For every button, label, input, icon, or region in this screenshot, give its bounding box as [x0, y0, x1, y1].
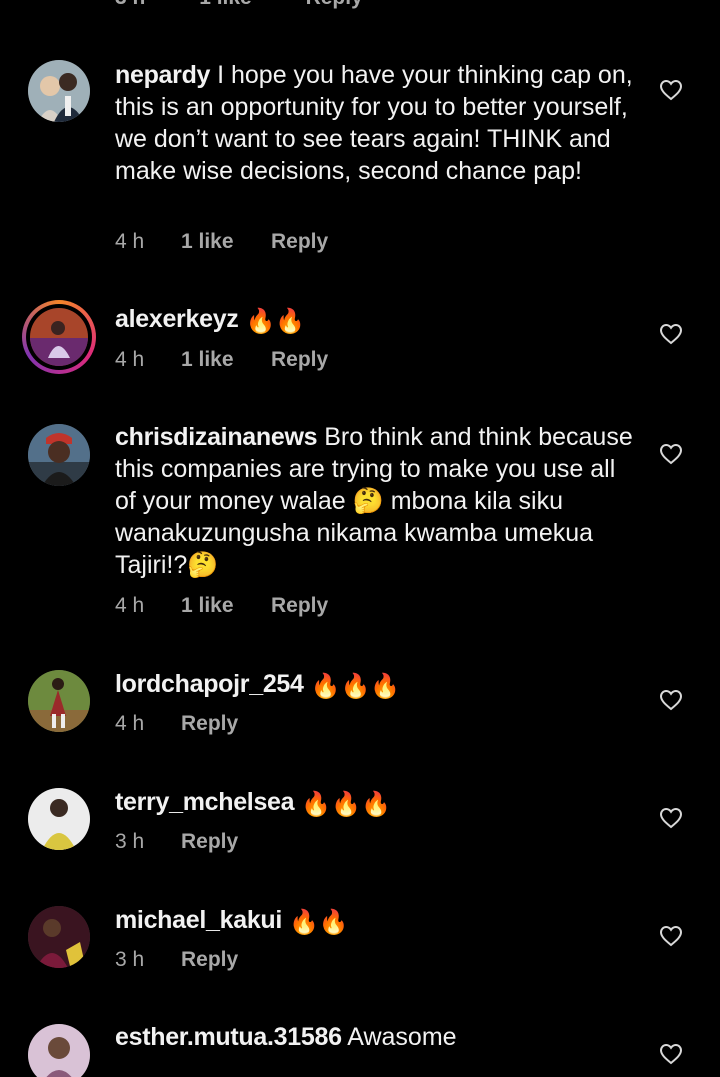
reply-button[interactable]: Reply: [271, 348, 328, 372]
reply-button[interactable]: Reply: [181, 948, 238, 972]
avatar-photo: [28, 906, 90, 968]
heart-outline-icon[interactable]: [659, 78, 683, 102]
comment-body: lordchapojr_254 🔥🔥🔥: [115, 668, 635, 702]
comment-time: 4 h: [115, 594, 145, 617]
comment-text: Awasome: [347, 1023, 457, 1051]
comment-username[interactable]: esther.mutua.31586: [115, 1023, 342, 1051]
avatar-photo: [28, 424, 90, 486]
comment-body: michael_kakui 🔥🔥: [115, 904, 635, 938]
comment-body: terry_mchelsea 🔥🔥🔥: [115, 786, 635, 820]
comment-meta: 3 h Reply: [115, 948, 238, 972]
comment-username[interactable]: chrisdizainanews: [115, 423, 318, 451]
comment-meta: 4 h 1 like Reply: [115, 348, 328, 372]
comment-body: esther.mutua.31586 Awasome: [115, 1021, 635, 1053]
comment-time: 3 h: [115, 0, 145, 10]
heart-outline-icon[interactable]: [659, 688, 683, 712]
avatar-photo: [30, 308, 88, 366]
heart-outline-icon[interactable]: [659, 442, 683, 466]
comment-text: 🔥🔥🔥: [310, 672, 401, 700]
comment-likes[interactable]: 1 like: [199, 0, 252, 10]
reply-button[interactable]: Reply: [181, 830, 238, 854]
comment-text: 🔥🔥: [289, 908, 349, 936]
avatar-photo: [28, 670, 90, 732]
comment-body: nepardy I hope you have your thinking ca…: [115, 59, 635, 187]
heart-outline-icon[interactable]: [659, 806, 683, 830]
comment-likes[interactable]: 1 like: [181, 230, 271, 254]
comment-body: alexerkeyz 🔥🔥: [115, 303, 635, 337]
avatar[interactable]: [28, 670, 90, 732]
avatar[interactable]: [28, 906, 90, 968]
comments-list: 3 h 1 like Reply nepardy I hope you have…: [0, 0, 720, 1077]
avatar-photo: [28, 60, 90, 122]
comment-username[interactable]: terry_mchelsea: [115, 788, 295, 816]
comment-time: 4 h: [115, 712, 145, 735]
avatar[interactable]: [22, 300, 96, 374]
comment-likes[interactable]: 1 like: [181, 348, 271, 372]
reply-button[interactable]: Reply: [271, 594, 328, 618]
comment-time: 4 h: [115, 230, 145, 253]
comment-time: 4 h: [115, 348, 145, 371]
avatar-photo: [28, 1024, 90, 1077]
comment-meta: 4 h Reply: [115, 712, 238, 736]
comment-meta: 4 h 1 like Reply: [115, 230, 328, 254]
comment-text: 🔥🔥: [245, 307, 306, 335]
comment-username[interactable]: alexerkeyz: [115, 305, 239, 333]
comment-time: 3 h: [115, 948, 145, 971]
comment-meta: 3 h Reply: [115, 830, 238, 854]
comment-username[interactable]: nepardy: [115, 61, 210, 89]
heart-outline-icon[interactable]: [659, 322, 683, 346]
comment-body: chrisdizainanews Bro think and think bec…: [115, 421, 635, 581]
avatar[interactable]: [28, 788, 90, 850]
avatar[interactable]: [28, 1024, 90, 1077]
comment-meta: 4 h 1 like Reply: [115, 594, 328, 618]
previous-comment-meta: 3 h 1 like Reply: [115, 0, 411, 10]
reply-button[interactable]: Reply: [271, 230, 328, 254]
comment-username[interactable]: lordchapojr_254: [115, 670, 304, 698]
comment-time: 3 h: [115, 830, 145, 853]
comment-username[interactable]: michael_kakui: [115, 906, 282, 934]
reply-button[interactable]: Reply: [181, 712, 238, 736]
avatar[interactable]: [28, 60, 90, 122]
avatar[interactable]: [28, 424, 90, 486]
reply-button[interactable]: Reply: [306, 0, 363, 10]
avatar-photo: [28, 788, 90, 850]
heart-outline-icon[interactable]: [659, 924, 683, 948]
comment-likes[interactable]: 1 like: [181, 594, 271, 618]
heart-outline-icon[interactable]: [659, 1042, 683, 1066]
comment-text: 🔥🔥🔥: [301, 790, 391, 818]
